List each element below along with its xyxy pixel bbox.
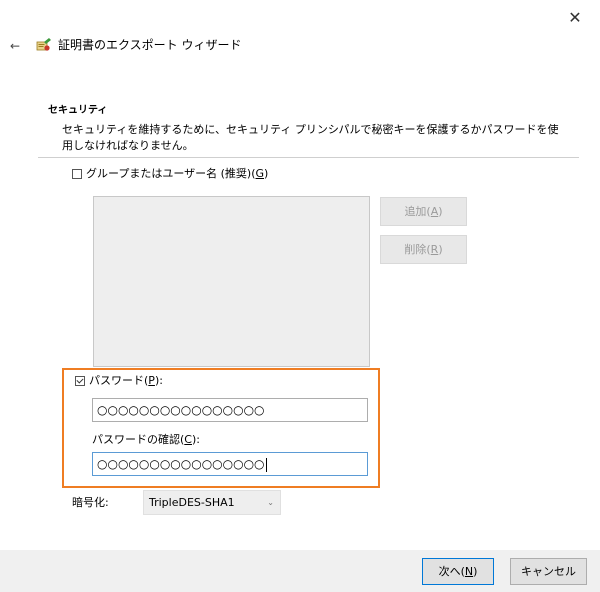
password-value: ○○○○○○○○○○○○○○○○ — [97, 403, 265, 417]
text-caret — [265, 457, 267, 472]
next-button[interactable]: 次へ(N) — [422, 558, 494, 585]
encryption-label: 暗号化: — [72, 496, 109, 509]
back-arrow-icon: ← — [10, 39, 21, 53]
password-option[interactable]: パスワード(P): — [75, 374, 163, 388]
encryption-selected-value: TripleDES-SHA1 — [149, 496, 235, 509]
add-button[interactable]: 追加(A) — [380, 197, 467, 226]
confirm-password-label: パスワードの確認(C): — [92, 433, 200, 446]
cancel-button[interactable]: キャンセル — [510, 558, 587, 585]
group-or-user-list[interactable] — [93, 196, 370, 367]
certificate-icon — [36, 37, 52, 53]
password-checkbox[interactable] — [75, 376, 85, 386]
group-or-user-checkbox[interactable] — [72, 169, 82, 179]
wizard-title: 証明書のエクスポート ウィザード — [58, 38, 242, 52]
encryption-dropdown[interactable]: TripleDES-SHA1 ⌄ — [143, 490, 281, 515]
section-heading: セキュリティ — [48, 105, 108, 116]
remove-button[interactable]: 削除(R) — [380, 235, 467, 264]
confirm-password-field[interactable]: ○○○○○○○○○○○○○○○○ — [92, 452, 368, 476]
group-or-user-option[interactable]: グループまたはユーザー名 (推奨)(G) — [72, 167, 268, 181]
group-or-user-label: グループまたはユーザー名 (推奨)(G) — [86, 167, 269, 180]
chevron-down-icon: ⌄ — [267, 498, 274, 507]
confirm-password-value: ○○○○○○○○○○○○○○○○ — [97, 457, 265, 471]
section-divider — [38, 157, 579, 158]
password-field[interactable]: ○○○○○○○○○○○○○○○○ — [92, 398, 368, 422]
password-label: パスワード(P): — [89, 374, 163, 387]
close-button[interactable]: ✕ — [565, 8, 585, 28]
close-icon: ✕ — [568, 8, 582, 27]
section-description: セキュリティを維持するために、セキュリティ プリンシパルで秘密キーを保護するかパ… — [62, 123, 559, 152]
back-button[interactable]: ← — [10, 39, 24, 53]
